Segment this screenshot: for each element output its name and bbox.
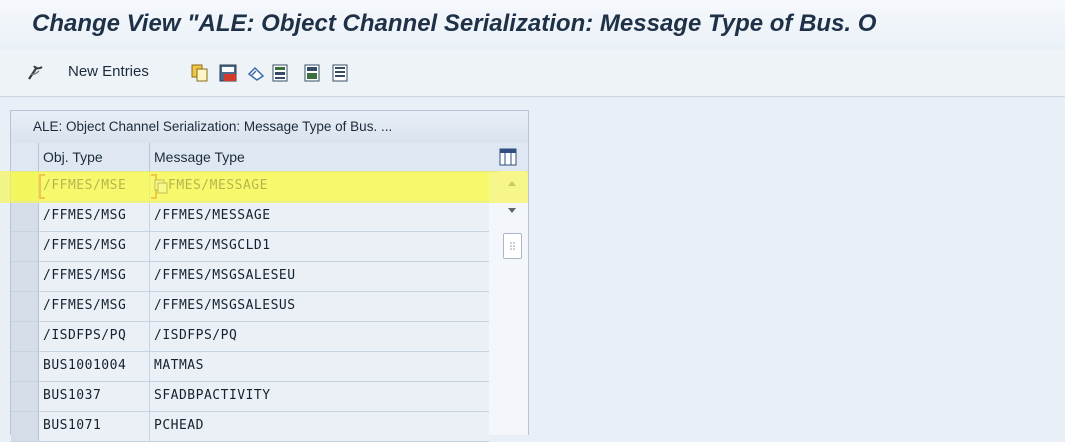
page-title: Change View "ALE: Object Channel Seriali… — [32, 10, 877, 37]
row-selector[interactable] — [11, 322, 39, 351]
column-settings-area — [489, 143, 528, 172]
message-type-cell[interactable]: /FFMES/MSGSALESUS — [154, 298, 296, 313]
obj-type-cell[interactable]: /ISDFPS/PQ — [43, 328, 126, 343]
row-selector[interactable] — [11, 292, 39, 321]
vertical-scrollbar[interactable] — [499, 171, 526, 435]
column-header-obj-type[interactable]: Obj. Type — [39, 143, 150, 172]
copy-icon[interactable] — [190, 63, 210, 83]
select-block-icon[interactable] — [302, 63, 322, 83]
obj-type-cell[interactable]: BUS1071 — [43, 418, 101, 433]
obj-type-cell[interactable]: BUS1001004 — [43, 358, 126, 373]
row-selector[interactable] — [11, 352, 39, 381]
application-toolbar: New Entries — [0, 50, 1065, 97]
table-row[interactable]: /FFMES/MSG /FFMES/MSGSALESUS — [11, 292, 489, 322]
scroll-thumb[interactable] — [503, 233, 522, 259]
message-type-cell[interactable]: SFADBPACTIVITY — [154, 388, 271, 403]
table-title: ALE: Object Channel Serialization: Messa… — [33, 119, 393, 134]
column-header-label: Message Type — [154, 149, 245, 165]
message-type-cell[interactable]: /FFMES/MSGSALESEU — [154, 268, 296, 283]
row-selector[interactable] — [11, 412, 39, 441]
column-header-label: Obj. Type — [43, 149, 103, 165]
table-row[interactable]: BUS1037 SFADBPACTIVITY — [11, 382, 489, 412]
table-row[interactable]: /FFMES/MSG /FFMES/MSGCLD1 — [11, 232, 489, 262]
message-type-cell[interactable]: /FFMES/MESSAGE — [154, 208, 271, 223]
scroll-grip-icon — [510, 242, 515, 250]
table-row[interactable]: /FFMES/MSG /FFMES/MESSAGE — [11, 202, 489, 232]
row-selector[interactable] — [11, 202, 39, 231]
obj-type-cell[interactable]: /FFMES/MSG — [43, 298, 126, 313]
obj-type-cell[interactable]: /FFMES/MSG — [43, 268, 126, 283]
new-entries-button[interactable]: New Entries — [68, 63, 149, 80]
table-row[interactable]: BUS1071 PCHEAD — [11, 412, 489, 442]
obj-type-cell[interactable]: BUS1037 — [43, 388, 101, 403]
table-row[interactable]: /FFMES/MSG /FFMES/MSGSALESEU — [11, 262, 489, 292]
row-selector[interactable] — [11, 232, 39, 261]
table-row[interactable]: BUS1001004 MATMAS — [11, 352, 489, 382]
scroll-down-icon[interactable] — [507, 207, 517, 215]
table-row[interactable]: /ISDFPS/PQ /ISDFPS/PQ — [11, 322, 489, 352]
title-bar: Change View "ALE: Object Channel Seriali… — [0, 0, 1065, 50]
message-type-cell[interactable]: /ISDFPS/PQ — [154, 328, 237, 343]
table-control: ALE: Object Channel Serialization: Messa… — [10, 110, 529, 442]
message-type-cell[interactable]: MATMAS — [154, 358, 204, 373]
select-all-column-button[interactable] — [11, 143, 39, 172]
deselect-all-icon[interactable] — [330, 63, 350, 83]
message-type-cell[interactable]: PCHEAD — [154, 418, 204, 433]
undo-icon[interactable] — [246, 63, 266, 83]
row-selector[interactable] — [11, 262, 39, 291]
obj-type-cell[interactable]: /FFMES/MSG — [43, 238, 126, 253]
row-highlight — [0, 171, 528, 203]
display-change-icon[interactable] — [26, 63, 46, 83]
message-type-cell[interactable]: /FFMES/MSGCLD1 — [154, 238, 271, 253]
row-selector[interactable] — [11, 382, 39, 411]
delete-icon[interactable] — [218, 63, 238, 83]
select-all-icon[interactable] — [270, 63, 290, 83]
column-header-message-type[interactable]: Message Type — [150, 143, 489, 172]
table-title-bar: ALE: Object Channel Serialization: Messa… — [11, 111, 528, 144]
table-settings-icon[interactable] — [499, 148, 517, 166]
obj-type-cell[interactable]: /FFMES/MSG — [43, 208, 126, 223]
